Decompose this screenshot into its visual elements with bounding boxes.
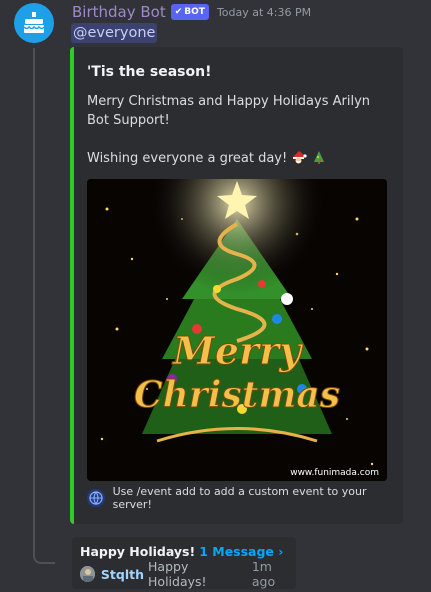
globe-icon <box>87 489 105 507</box>
footer-text: Use /event add to add a custom event to … <box>112 485 367 511</box>
christmas-tree-image: Merry Christmas www.funimada.com <box>87 179 387 481</box>
timestamp: Today at 4:36 PM <box>216 5 312 19</box>
cake-icon <box>23 12 45 33</box>
caption-christmas: Christmas <box>134 374 340 416</box>
message-header: Birthday Bot ✔ BOT Today at 4:36 PM <box>72 1 311 23</box>
thread-name: Happy Holidays! <box>80 544 196 559</box>
embed-footer: Use /event add to add a custom event to … <box>87 485 403 511</box>
checkmark-icon: ✔ <box>174 7 183 17</box>
image-watermark: www.funimada.com <box>290 468 379 478</box>
embed-description-line: Merry Christmas and Happy Holidays Arily… <box>87 94 371 128</box>
thread-title: Happy Holidays! 1 Message › <box>80 544 283 559</box>
embed-title: 'Tis the season! <box>87 64 212 80</box>
bot-badge: ✔ BOT <box>170 4 209 20</box>
thread-connector-line <box>33 48 55 564</box>
caption-merry: Merry <box>171 328 304 373</box>
thread-preview[interactable]: Happy Holidays! 1 Message › Stqlth Happy … <box>72 537 296 589</box>
embed-greeting: Wishing everyone a great day! <box>87 151 288 166</box>
thread-last-time: 1m ago <box>251 559 276 589</box>
username[interactable]: Birthday Bot <box>72 3 166 21</box>
thread-message-count[interactable]: 1 Message › <box>199 544 283 559</box>
bot-badge-label: BOT <box>184 7 205 17</box>
user-avatar[interactable] <box>80 566 95 582</box>
christmas-tree-emoji-icon <box>312 151 326 166</box>
embed-description-line: Wishing everyone a great day! <box>87 149 387 168</box>
embed-description: Merry Christmas and Happy Holidays Arily… <box>87 92 387 168</box>
thread-last-text: Happy Holidays! <box>148 559 207 589</box>
thread-last-message: Stqlth Happy Holidays! 1m ago <box>80 559 296 589</box>
thread-last-user[interactable]: Stqlth <box>101 567 144 582</box>
embed-card: 'Tis the season! Merry Christmas and Hap… <box>70 47 403 524</box>
bot-avatar[interactable] <box>14 3 54 43</box>
everyone-mention[interactable]: @everyone <box>71 23 158 43</box>
embed-image[interactable]: Merry Christmas www.funimada.com <box>87 179 387 481</box>
santa-emoji-icon <box>291 151 311 166</box>
